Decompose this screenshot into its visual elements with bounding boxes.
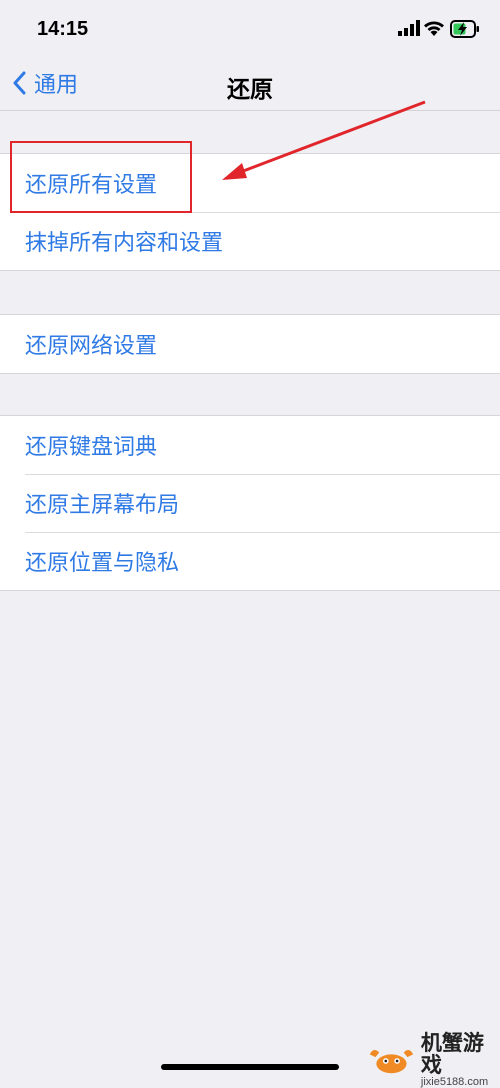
home-indicator (161, 1064, 339, 1070)
status-bar: 14:15 (0, 0, 500, 60)
watermark: 机蟹游戏 jixie5188.com (366, 1032, 500, 1088)
nav-bar: 通用 还原 (0, 60, 500, 111)
page-title: 还原 (227, 77, 273, 103)
watermark-url: jixie5188.com (420, 1076, 489, 1088)
status-time: 14:15 (37, 18, 89, 40)
cellular-signal-icon (398, 20, 420, 36)
crab-logo-icon (369, 1050, 414, 1074)
battery-charging-icon (450, 20, 479, 38)
reset-network-settings-item[interactable]: 还原网络设置 (0, 315, 500, 373)
watermark-title: 机蟹游戏 (420, 1031, 484, 1077)
reset-keyboard-dictionary-item[interactable]: 还原键盘词典 (0, 416, 500, 474)
wifi-icon (424, 21, 444, 36)
annotation-highlight-box (10, 141, 192, 213)
erase-all-content-item[interactable]: 抹掉所有内容和设置 (0, 212, 500, 270)
reset-home-screen-layout-item[interactable]: 还原主屏幕布局 (0, 474, 500, 532)
reset-location-privacy-item[interactable]: 还原位置与隐私 (0, 532, 500, 590)
settings-group-3: 还原键盘词典 还原主屏幕布局 还原位置与隐私 (0, 415, 500, 591)
settings-group-2: 还原网络设置 (0, 314, 500, 374)
